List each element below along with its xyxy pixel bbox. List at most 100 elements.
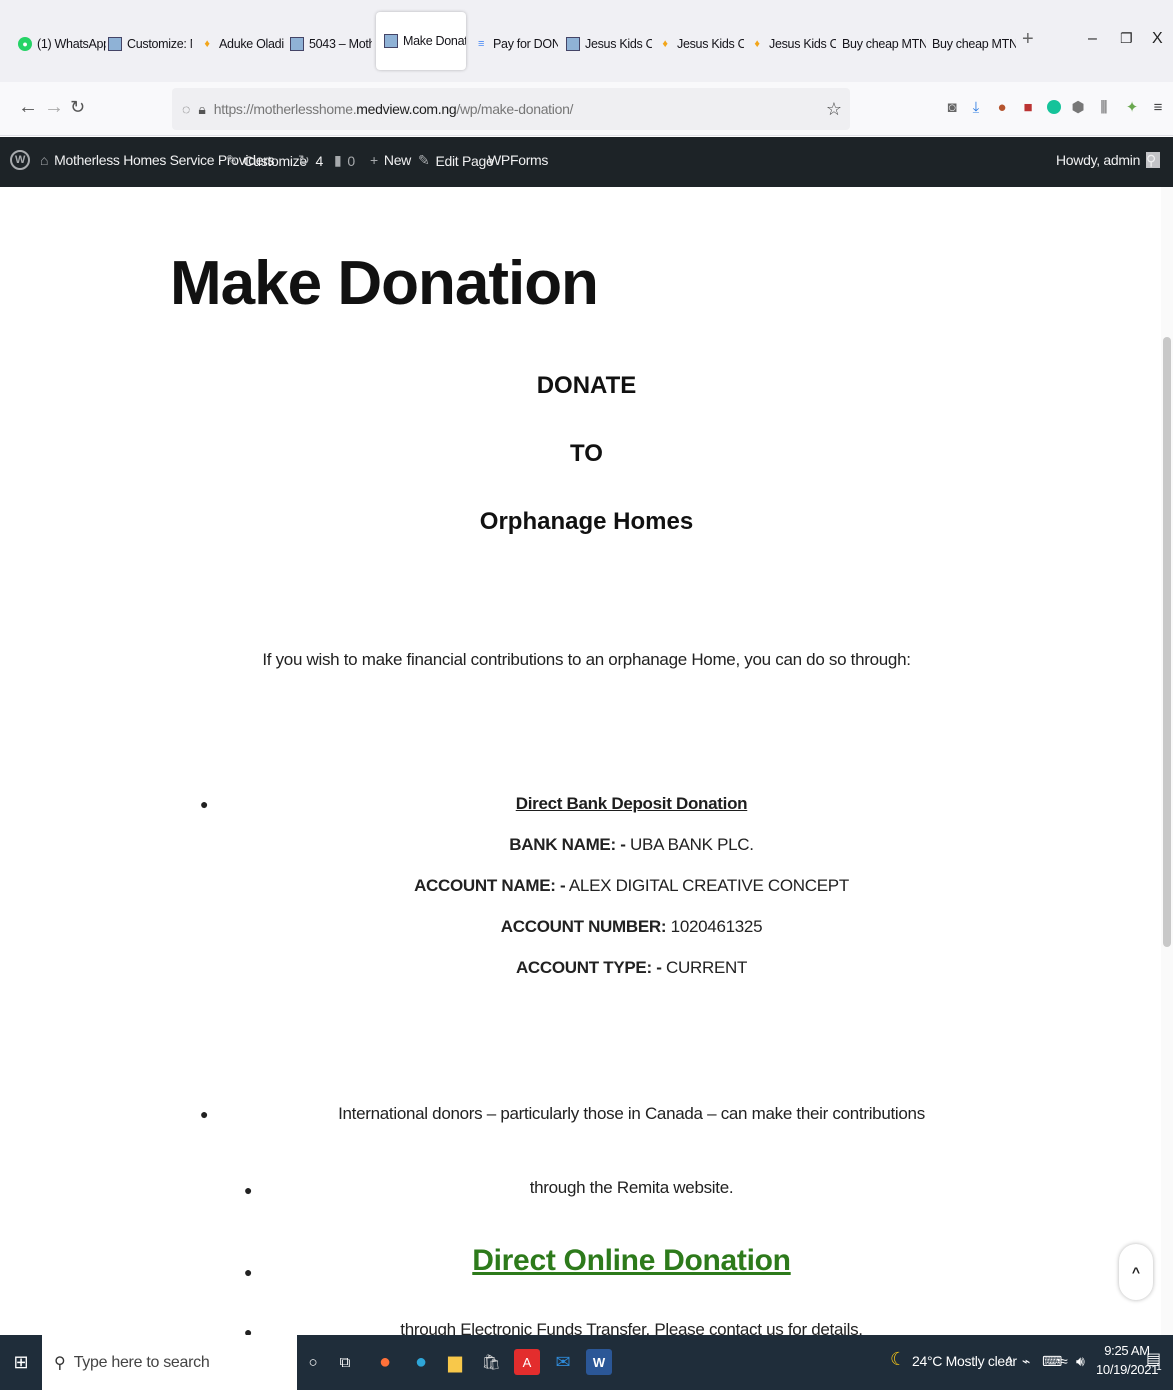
tab-jesus-kids-1[interactable]: Jesus Kids Orph [562, 26, 652, 62]
tab-label: Jesus Kids Orph [769, 37, 836, 51]
wp-new[interactable]: + New [370, 152, 411, 168]
taskbar-search-box[interactable]: ⚲ Type here to search [42, 1335, 297, 1390]
tab-label: Make Donati [403, 34, 466, 48]
wp-admin-bar: W ⌂ Motherless Homes Service Providers ✎… [0, 137, 1173, 187]
notification-icon[interactable]: ▤1 [1146, 1349, 1167, 1373]
tab-buy-cheap-2[interactable]: Buy cheap MTN, Et [928, 26, 1016, 62]
task-view-icon[interactable]: ⧉ [332, 1349, 358, 1375]
minimize-button[interactable]: – [1088, 30, 1097, 48]
remita-text: through the Remita website. [529, 1178, 734, 1197]
store-icon[interactable]: 🛍︎ [478, 1349, 504, 1375]
wp-customize[interactable]: ✎ Customize [226, 152, 307, 169]
wp-updates[interactable]: ↻ 4 [298, 152, 323, 169]
tab-label: Pay for DONATI [493, 37, 558, 51]
shield-icon[interactable]: ◌ [182, 101, 190, 117]
search-icon: ⚲ [54, 1354, 66, 1372]
tab-jesus-kids-3[interactable]: ♦ Jesus Kids Orph [746, 26, 836, 62]
online-donation-wrapper: Direct Online Donation [45, 1244, 1173, 1278]
menu-icon[interactable]: ≡ [1148, 97, 1168, 117]
extension-badge-icon[interactable]: ⬢ [1068, 97, 1088, 117]
chevron-up-icon: ^ [1131, 1264, 1141, 1280]
account-name-line: ACCOUNT NAME: - ALEX DIGITAL CREATIVE CO… [414, 876, 849, 895]
tab-customize[interactable]: Customize: Mo [104, 26, 192, 62]
bank-section-title: Direct Bank Deposit Donation [515, 794, 748, 813]
mail-icon[interactable]: ✉ [550, 1349, 576, 1375]
browser-nav-bar: ← → ↻ ◌ 🔒︎ https://motherlesshome.medvie… [0, 82, 1173, 136]
account-number-line: ACCOUNT NUMBER: 1020461325 [500, 917, 763, 936]
wp-edit-page[interactable]: ✎ Edit Page [418, 152, 494, 169]
volume-icon[interactable]: 🔊︎ [1076, 1353, 1085, 1370]
pocket-icon[interactable]: ◙ [942, 97, 962, 117]
file-explorer-icon[interactable]: ▆ [442, 1349, 468, 1375]
tab-label: 5043 – Motherle [309, 37, 372, 51]
direct-online-donation-link[interactable]: Direct Online Donation [472, 1244, 791, 1277]
weather-text[interactable]: 24°C Mostly clear [912, 1353, 1017, 1369]
extension-icon[interactable]: ■ [1018, 97, 1038, 117]
browser-tab-strip: ● (1) WhatsApp Customize: Mo ♦ Aduke Ola… [0, 0, 1173, 82]
extension-icon[interactable]: ● [992, 97, 1012, 117]
page-title: Make Donation [170, 249, 599, 318]
tab-label: Aduke Oladibo [219, 37, 284, 51]
orphanage-heading: Orphanage Homes [479, 508, 694, 535]
international-donors-text: International donors – particularly thos… [338, 1104, 925, 1123]
tab-label: Jesus Kids Orph [585, 37, 652, 51]
lock-icon[interactable]: 🔒︎ [198, 101, 205, 118]
tray-chevron-icon[interactable]: ^ [1006, 1353, 1013, 1369]
reload-icon[interactable]: ↻ [70, 97, 85, 117]
windows-taskbar: ⊞ ⚲ Type here to search ○ ⧉ ● ● ▆ 🛍︎ A ✉… [0, 1335, 1173, 1390]
comment-icon: ▮ [334, 152, 342, 168]
scrollbar-thumb[interactable] [1163, 337, 1171, 947]
download-icon[interactable]: ⤓ [966, 97, 986, 117]
wifi-icon[interactable]: ≈ [1060, 1353, 1068, 1369]
tab-buy-cheap-1[interactable]: Buy cheap MTN, Et [838, 26, 926, 62]
weather-moon-icon[interactable]: ☾ [890, 1349, 906, 1370]
site-icon [566, 37, 580, 51]
tab-5043[interactable]: 5043 – Motherle [286, 26, 372, 62]
dashboard-icon: ⌂ [40, 152, 49, 168]
site-icon [290, 37, 304, 51]
network-icon[interactable]: ⌁ [1022, 1353, 1030, 1370]
bookmark-star-icon[interactable]: ☆ [826, 99, 842, 120]
new-tab-button[interactable]: + [1022, 28, 1034, 51]
site-icon [108, 37, 122, 51]
cortana-icon[interactable]: ○ [300, 1349, 326, 1375]
search-placeholder: Type here to search [73, 1353, 210, 1371]
notification-count: 1 [1156, 1362, 1162, 1373]
wordpress-logo-icon[interactable]: W [10, 150, 30, 170]
tab-pay-for-donation[interactable]: ≡ Pay for DONATI [470, 26, 558, 62]
tab-whatsapp[interactable]: ● (1) WhatsApp [14, 26, 106, 62]
map-pin-icon: ♦ [754, 38, 760, 50]
windows-start-icon[interactable]: ⊞ [8, 1349, 34, 1375]
tab-make-donation-active[interactable]: Make Donati X [376, 12, 466, 70]
search-icon[interactable]: ⚲ [1146, 152, 1156, 169]
brush-icon: ✎ [226, 152, 238, 168]
tab-jesus-kids-2[interactable]: ♦ Jesus Kids Orph [654, 26, 744, 62]
grammarly-icon[interactable] [1044, 97, 1064, 117]
library-icon[interactable]: ⫼ [1094, 97, 1114, 117]
url-text[interactable]: https://motherlesshome.medview.com.ng/wp… [214, 101, 574, 117]
restore-button[interactable]: ❐ [1120, 30, 1133, 47]
whatsapp-icon: ● [18, 37, 32, 51]
edge-icon[interactable]: ● [408, 1349, 434, 1375]
firefox-icon[interactable]: ● [372, 1349, 398, 1375]
wp-wpforms[interactable]: WPForms [488, 152, 548, 168]
forward-icon[interactable]: → [44, 97, 64, 117]
bank-name-line: BANK NAME: - UBA BANK PLC. [509, 835, 754, 854]
close-window-button[interactable]: X [1152, 30, 1163, 48]
scroll-to-top-button[interactable]: ^ [1119, 1244, 1153, 1300]
account-type-line: ACCOUNT TYPE: - CURRENT [515, 958, 748, 977]
wp-comments[interactable]: ▮ 0 [334, 152, 355, 169]
tab-label: Buy cheap MTN, Et [932, 37, 1016, 51]
acrobat-icon[interactable]: A [514, 1349, 540, 1375]
extension-icon[interactable]: ✦ [1122, 97, 1142, 117]
donate-heading: DONATE [536, 372, 637, 399]
updates-icon: ↻ [298, 152, 310, 168]
plus-icon: + [370, 152, 378, 168]
wp-howdy[interactable]: Howdy, admin [1056, 152, 1161, 168]
word-icon[interactable]: W [586, 1349, 612, 1375]
address-bar[interactable]: ◌ 🔒︎ https://motherlesshome.medview.com.… [172, 88, 850, 130]
tab-aduke[interactable]: ♦ Aduke Oladibo [196, 26, 284, 62]
to-heading: TO [570, 440, 603, 467]
back-icon[interactable]: ← [18, 97, 38, 117]
page-scrollbar[interactable] [1161, 187, 1173, 1335]
